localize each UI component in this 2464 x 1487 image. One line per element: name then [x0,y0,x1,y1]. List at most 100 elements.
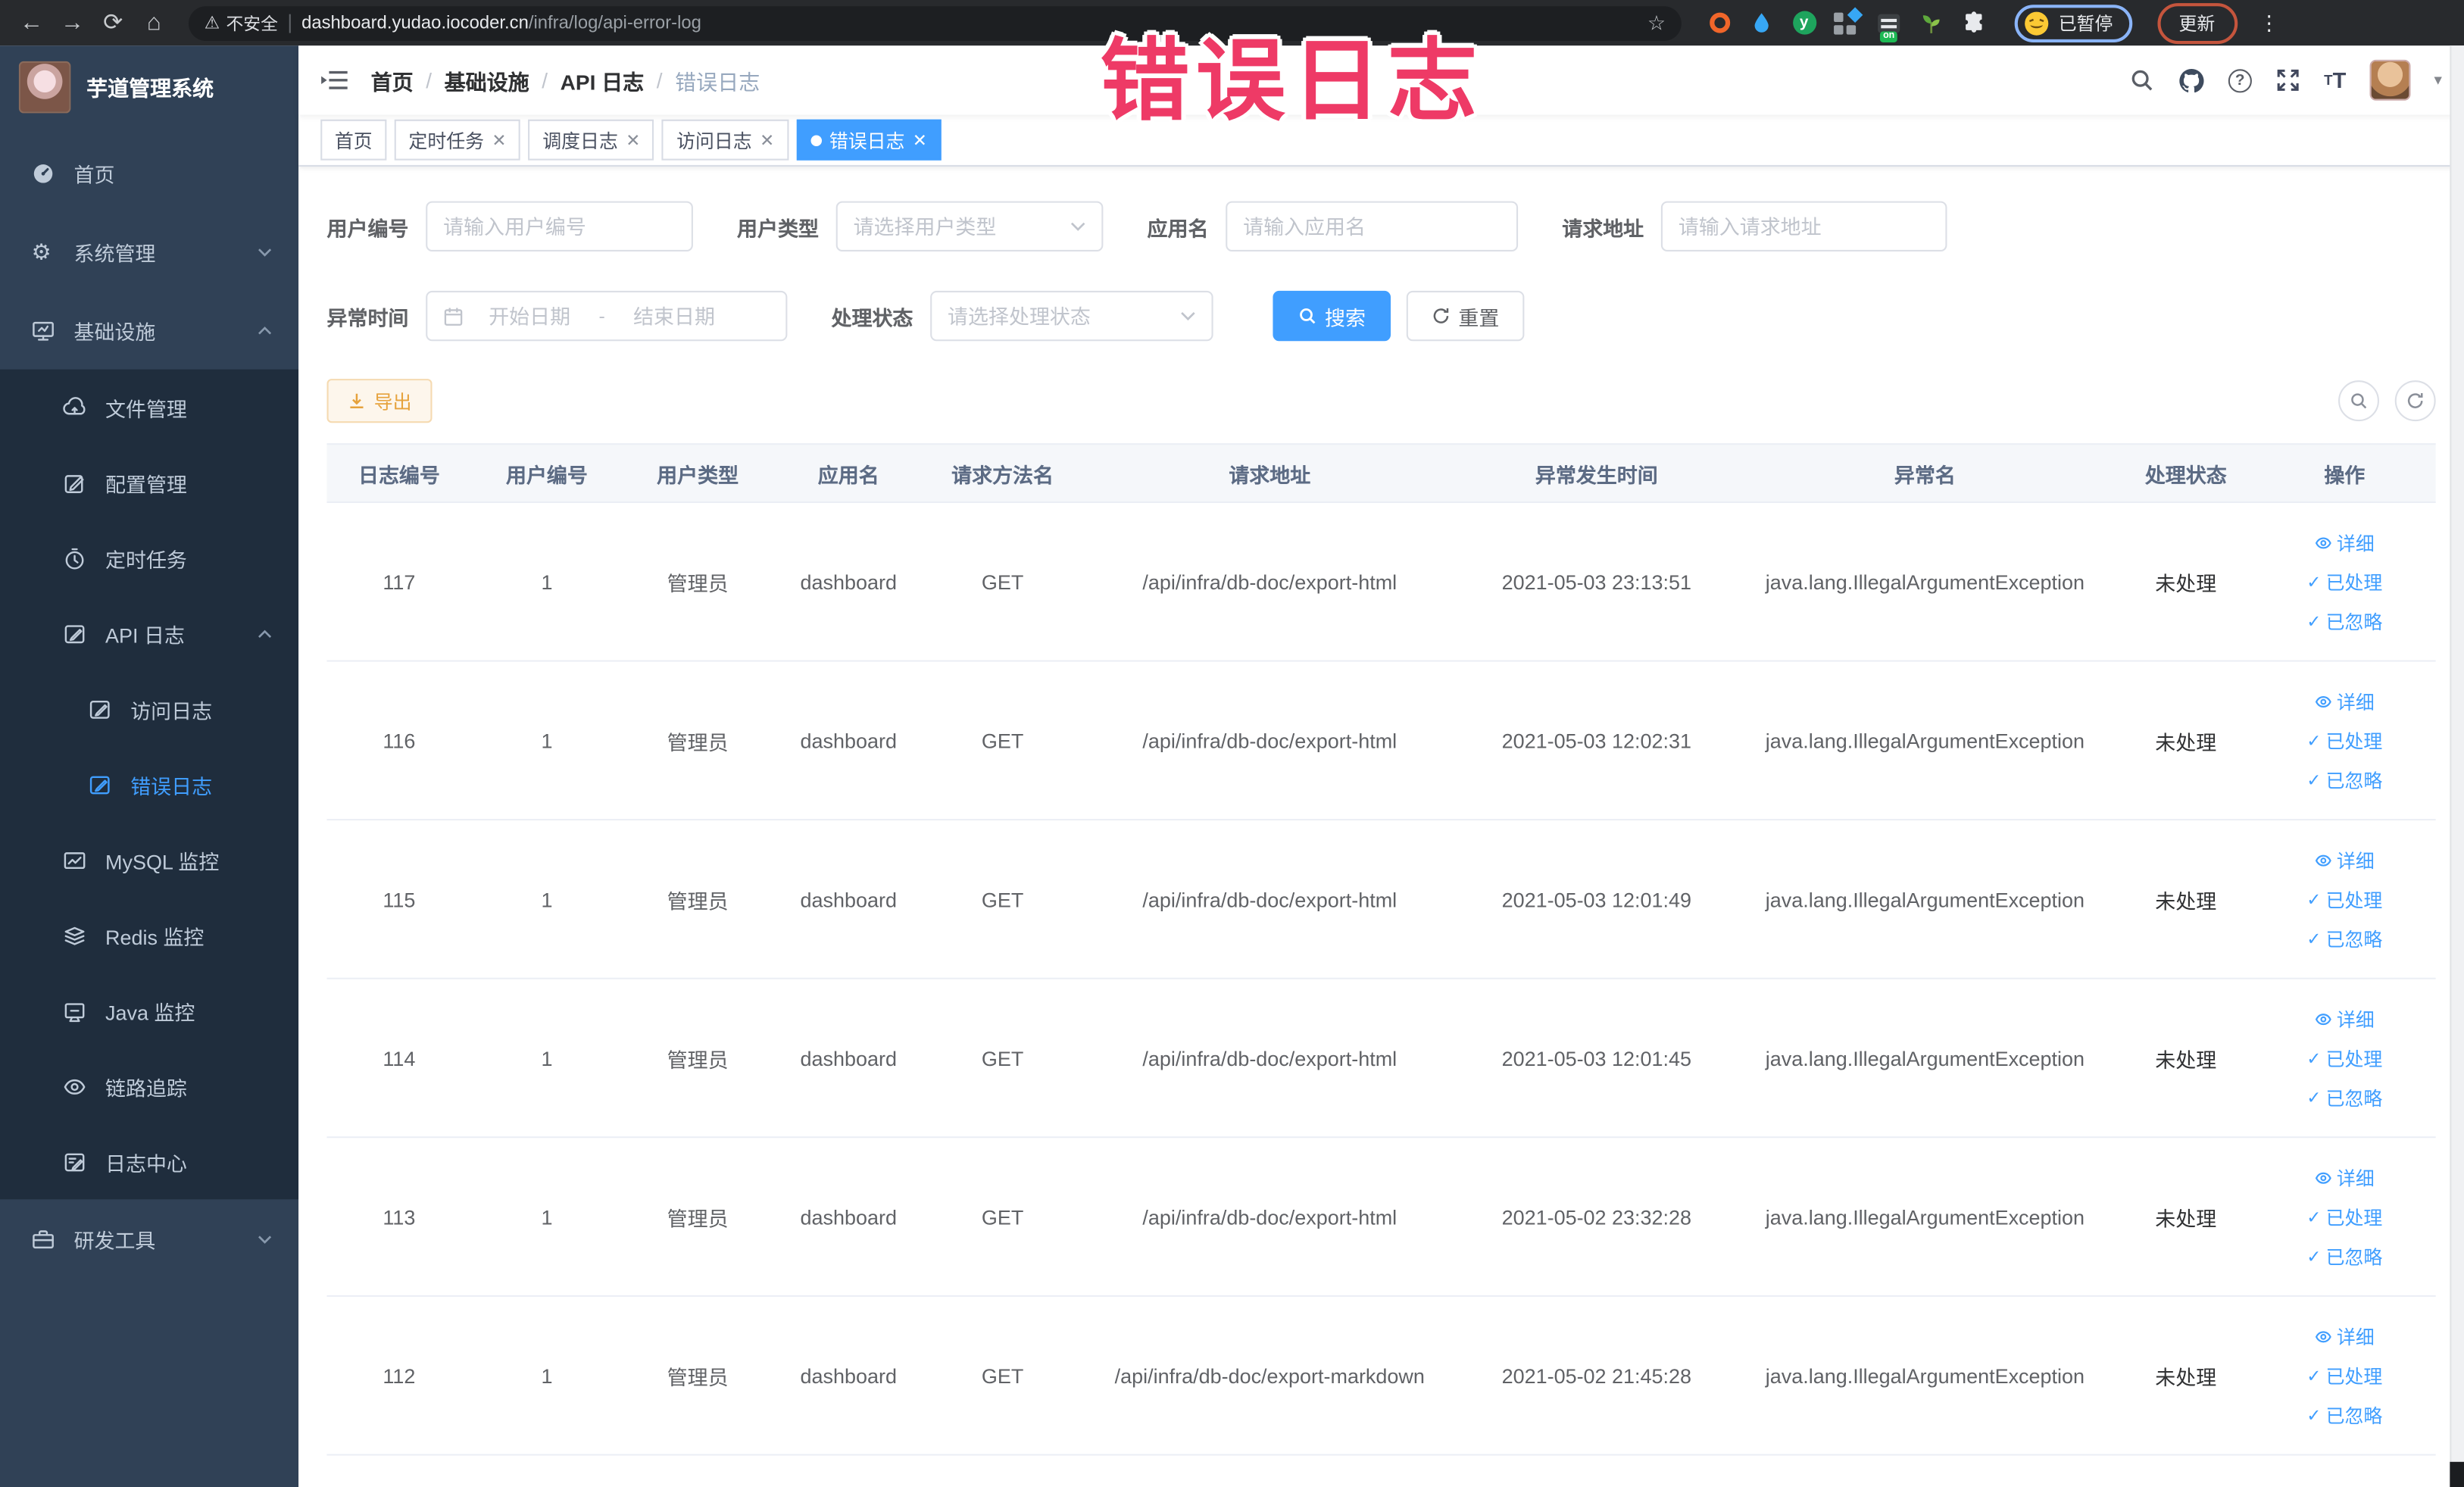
sidebar-item-config-manage[interactable]: 配置管理 [0,445,298,520]
cell-request-url: /api/infra/db-doc/export-html [1142,887,1398,911]
breadcrumb-home[interactable]: 首页 [371,64,414,96]
github-icon[interactable] [2178,67,2204,93]
breadcrumb-api-log[interactable]: API 日志 [561,64,645,96]
mark-processed-link[interactable]: ✓ 已处理 [2306,1045,2382,1071]
browser-update-button[interactable]: 更新 [2156,2,2238,44]
mark-ignored-link[interactable]: ✓ 已忽略 [2306,925,2382,951]
sidebar-item-access-log[interactable]: 访问日志 [0,671,298,747]
address-bar[interactable]: ⚠ 不安全 dashboard.yudao.iocoder.cn/infra/l… [188,5,1682,40]
vertical-scrollbar[interactable] [2450,45,2464,1487]
back-icon[interactable]: ← [16,0,47,45]
api-log-icon [64,624,85,643]
bookmark-star-icon[interactable]: ☆ [1647,10,1666,35]
profile-paused-pill[interactable]: 已暂停 [2014,4,2132,42]
detail-link[interactable]: 详细 [2315,1323,2375,1349]
tab-access-log[interactable]: 访问日志 ✕ [662,119,789,161]
reload-icon[interactable]: ⟳ [98,0,129,45]
close-icon[interactable]: ✕ [760,130,774,150]
mark-processed-link[interactable]: ✓ 已处理 [2306,727,2382,754]
toggle-search-button[interactable] [2338,380,2379,422]
browser-menu-icon[interactable]: ⋮ [2259,10,2279,35]
dashboard-icon [33,163,53,183]
sidebar-item-error-log[interactable]: 错误日志 [0,747,298,823]
sidebar-item-mysql-monitor[interactable]: MySQL 监控 [0,822,298,898]
mark-ignored-link[interactable]: ✓ 已忽略 [2306,1084,2382,1111]
sidebar-item-home[interactable]: 首页 [0,133,298,212]
extension-on-switch-icon[interactable]: on [1876,10,1901,42]
table-toolbar: 导出 [326,379,2436,423]
forward-icon[interactable]: → [57,0,88,45]
mark-ignored-link[interactable]: ✓ 已忽略 [2306,1242,2382,1269]
extension-drop-icon[interactable] [1749,10,1774,35]
date-range-picker[interactable]: - [426,290,788,342]
not-secure-badge[interactable]: ⚠ 不安全 [205,10,278,35]
close-icon[interactable]: ✕ [913,130,927,150]
sidebar-item-dev-tools[interactable]: 研发工具 [0,1199,298,1278]
logo-avatar [18,60,71,113]
sidebar-item-infra[interactable]: 基础设施 [0,291,298,370]
extensions-puzzle-icon[interactable] [1961,10,1986,35]
sidebar-item-trace[interactable]: 链路追踪 [0,1048,298,1124]
end-date-input[interactable] [617,304,731,328]
app-logo[interactable]: 芋道管理系统 [0,45,298,127]
start-date-input[interactable] [473,304,586,328]
tab-home[interactable]: 首页 [320,119,387,161]
search-icon [2351,393,2367,409]
sidebar-item-api-log[interactable]: API 日志 [0,595,298,671]
close-icon[interactable]: ✕ [492,130,506,150]
extension-green-y-icon[interactable]: y [1791,10,1816,35]
help-icon[interactable]: ? [2228,68,2252,92]
search-button[interactable]: 搜索 [1273,290,1391,342]
user-id-input[interactable] [443,214,676,239]
fullscreen-icon[interactable] [2275,67,2300,92]
mark-ignored-link[interactable]: ✓ 已忽略 [2306,1401,2382,1428]
user-type-select-input[interactable] [853,214,1064,239]
user-type-select[interactable] [835,201,1104,252]
process-status-select[interactable] [930,290,1213,342]
reset-button[interactable]: 重置 [1406,290,1525,342]
request-url-input[interactable] [1678,214,1930,239]
check-icon: ✓ [2306,612,2322,632]
detail-link[interactable]: 详细 [2315,1005,2375,1032]
extension-plant-icon[interactable] [1919,10,1944,35]
close-icon[interactable]: ✕ [626,130,640,150]
mark-ignored-link[interactable]: ✓ 已忽略 [2306,608,2382,634]
mark-ignored-link[interactable]: ✓ 已忽略 [2306,767,2382,793]
sidebar-submenu-infra: 文件管理 配置管理 定时任务 API 日志 访问日志 错误日志 MySQL 监控… [0,369,299,1200]
divider [289,13,291,33]
mark-processed-link[interactable]: ✓ 已处理 [2306,886,2382,912]
filter-request-url: 请求地址 [1562,201,1947,252]
export-button[interactable]: 导出 [326,379,433,423]
sidebar-item-java-monitor[interactable]: Java 监控 [0,973,298,1048]
mark-processed-link[interactable]: ✓ 已处理 [2306,568,2382,595]
breadcrumb-infra[interactable]: 基础设施 [445,64,529,96]
refresh-table-button[interactable] [2394,380,2436,422]
extension-orange-icon[interactable] [1707,10,1732,35]
extensions-row: y on [1707,6,1986,42]
tab-dispatch-log[interactable]: 调度日志 ✕ [528,119,655,161]
detail-link[interactable]: 详细 [2315,846,2375,873]
sidebar-item-log-center[interactable]: 日志中心 [0,1124,298,1200]
sidebar-item-file-manage[interactable]: 文件管理 [0,370,298,445]
tab-error-log[interactable]: 错误日志 ✕ [796,119,942,161]
detail-link[interactable]: 详细 [2315,688,2375,714]
sidebar-item-scheduled-jobs[interactable]: 定时任务 [0,520,298,596]
home-icon[interactable]: ⌂ [139,0,170,45]
mark-processed-link[interactable]: ✓ 已处理 [2306,1203,2382,1229]
avatar-caret-icon[interactable]: ▾ [2434,71,2442,89]
sidebar-collapse-icon[interactable] [320,67,348,92]
detail-link[interactable]: 详细 [2315,1164,2375,1191]
cell-log-id: 115 [383,887,416,911]
mark-processed-link[interactable]: ✓ 已处理 [2306,1362,2382,1389]
font-size-icon[interactable]: TT [2324,67,2346,92]
user-avatar[interactable] [2369,59,2411,101]
sidebar-item-redis-monitor[interactable]: Redis 监控 [0,898,298,973]
extension-grid-icon[interactable] [1834,6,1863,35]
sidebar-item-system[interactable]: ⚙ 系统管理 [0,212,298,291]
tab-scheduled-jobs[interactable]: 定时任务 ✕ [394,119,521,161]
app-name-input[interactable] [1243,214,1501,239]
process-status-select-input[interactable] [948,304,1174,328]
search-icon[interactable] [2129,67,2154,92]
detail-link[interactable]: 详细 [2315,529,2375,555]
cell-user-id: 1 [541,1204,553,1229]
